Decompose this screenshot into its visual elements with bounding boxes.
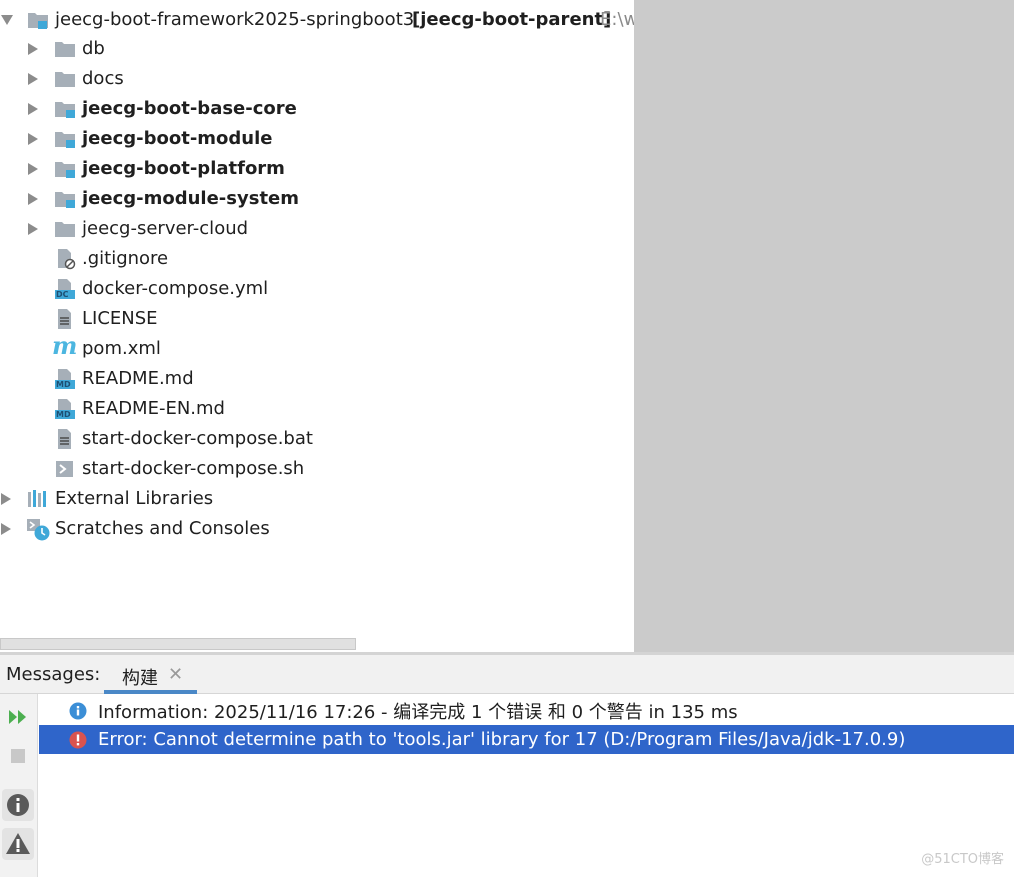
tree-item-scratches-and-consoles[interactable]: Scratches and Consoles — [0, 514, 634, 544]
root-module-name: [jeecg-boot-parent] — [412, 9, 612, 30]
markdown-icon-text: MD — [56, 410, 71, 419]
watermark: @51CTO博客 — [921, 852, 1004, 867]
message-row-info[interactable]: Information: 2025/11/16 17:26 - 编译完成 1 个… — [39, 696, 1014, 725]
chevron-right-icon[interactable] — [1, 523, 11, 535]
maven-file-icon: m — [52, 331, 78, 360]
tree-item-license[interactable]: LICENSE — [0, 304, 634, 334]
tree-item-readme-en-md[interactable]: MD README-EN.md — [0, 394, 634, 424]
chevron-right-icon[interactable] — [28, 193, 38, 205]
libraries-icon — [27, 489, 49, 509]
chevron-right-icon[interactable] — [28, 223, 38, 235]
root-project-name: jeecg-boot-framework2025-springboot3 — [55, 9, 415, 30]
rerun-button[interactable] — [2, 701, 34, 733]
tree-item-label: jeecg-module-system — [82, 188, 300, 209]
tree-item-jeecg-module-system[interactable]: jeecg-module-system — [0, 184, 634, 214]
tree-item-label: External Libraries — [55, 488, 214, 509]
messages-header: Messages: 构建 ✕ — [0, 655, 1014, 694]
tree-item-start-docker-compose-sh[interactable]: start-docker-compose.sh — [0, 454, 634, 484]
module-folder-icon — [54, 159, 76, 179]
markdown-file-icon: MD — [55, 398, 77, 419]
chevron-right-icon[interactable] — [28, 73, 38, 85]
chevron-down-icon[interactable] — [1, 15, 13, 25]
scratches-icon — [27, 518, 50, 541]
info-icon — [69, 702, 87, 720]
tree-item-label: docs — [82, 68, 124, 89]
chevron-right-icon[interactable] — [28, 133, 38, 145]
folder-icon — [54, 219, 76, 239]
message-text: Error: Cannot determine path to 'tools.j… — [98, 729, 906, 750]
messages-title: Messages: — [6, 664, 101, 685]
horizontal-scrollbar[interactable] — [0, 638, 356, 650]
chevron-right-icon[interactable] — [28, 103, 38, 115]
tree-root-row[interactable]: jeecg-boot-framework2025-springboot3 [je… — [0, 5, 634, 35]
tree-item-label: LICENSE — [82, 308, 158, 329]
root-path: E:\w — [600, 9, 634, 30]
rerun-icon — [9, 710, 26, 724]
chevron-right-icon[interactable] — [28, 43, 38, 55]
tree-item-readme-md[interactable]: MD README.md — [0, 364, 634, 394]
tree-item-label: pom.xml — [82, 338, 161, 359]
text-file-icon — [55, 428, 77, 449]
folder-icon — [54, 69, 76, 89]
message-text: Information: 2025/11/16 17:26 - 编译完成 1 个… — [98, 701, 738, 723]
tree-item-start-docker-compose-bat[interactable]: start-docker-compose.bat — [0, 424, 634, 454]
markdown-file-icon: MD — [55, 368, 77, 389]
tree-item-label: .gitignore — [82, 248, 169, 269]
docker-compose-file-icon: DC — [55, 278, 77, 299]
module-folder-icon — [27, 10, 49, 30]
folder-icon — [54, 39, 76, 59]
tree-item-label: db — [82, 38, 105, 59]
chevron-right-icon[interactable] — [28, 163, 38, 175]
tree-item-jeecg-boot-module[interactable]: jeecg-boot-module — [0, 124, 634, 154]
warning-filter-icon — [6, 833, 30, 854]
close-icon[interactable]: ✕ — [168, 664, 183, 685]
tree-item-label: start-docker-compose.sh — [82, 458, 305, 479]
markdown-icon-text: MD — [56, 380, 71, 389]
messages-toolbar — [0, 694, 38, 877]
show-info-toggle[interactable] — [2, 789, 34, 821]
tree-item-jeecg-server-cloud[interactable]: jeecg-server-cloud — [0, 214, 634, 244]
show-warnings-toggle[interactable] — [2, 828, 34, 860]
tab-build[interactable]: 构建 ✕ — [104, 655, 197, 694]
tree-item-label: jeecg-boot-module — [82, 128, 273, 149]
tree-item-pom-xml[interactable]: m pom.xml — [0, 334, 634, 364]
module-folder-icon — [54, 189, 76, 209]
tree-item-label: docker-compose.yml — [82, 278, 269, 299]
error-icon — [69, 731, 87, 749]
docker-compose-icon-text: DC — [56, 290, 69, 299]
tree-item-label: jeecg-server-cloud — [82, 218, 249, 239]
tree-item-jeecg-boot-platform[interactable]: jeecg-boot-platform — [0, 154, 634, 184]
messages-body: Information: 2025/11/16 17:26 - 编译完成 1 个… — [0, 694, 1014, 877]
tab-build-label: 构建 — [122, 668, 158, 689]
stop-button[interactable] — [2, 740, 34, 772]
stop-icon — [11, 749, 25, 763]
editor-empty-area — [634, 0, 1014, 652]
gitignore-file-icon — [55, 248, 77, 270]
tree-item-docs[interactable]: docs — [0, 64, 634, 94]
tree-item-gitignore[interactable]: .gitignore — [0, 244, 634, 274]
tree-item-db[interactable]: db — [0, 34, 634, 64]
info-filter-icon — [7, 794, 29, 816]
module-folder-icon — [54, 99, 76, 119]
chevron-right-icon[interactable] — [1, 493, 11, 505]
project-tree-panel: jeecg-boot-framework2025-springboot3 [je… — [0, 0, 634, 652]
message-row-error[interactable]: Error: Cannot determine path to 'tools.j… — [39, 725, 1014, 754]
tree-item-label: start-docker-compose.bat — [82, 428, 313, 449]
tree-item-label: Scratches and Consoles — [55, 518, 270, 539]
tree-item-jeecg-boot-base-core[interactable]: jeecg-boot-base-core — [0, 94, 634, 124]
tree-item-label: README.md — [82, 368, 194, 389]
tree-item-docker-compose-yml[interactable]: DC docker-compose.yml — [0, 274, 634, 304]
module-folder-icon — [54, 129, 76, 149]
tree-item-label: jeecg-boot-base-core — [82, 98, 297, 119]
tree-item-label: README-EN.md — [82, 398, 225, 419]
tree-item-label: jeecg-boot-platform — [82, 158, 285, 179]
text-file-icon — [55, 308, 77, 329]
shell-script-icon — [55, 459, 77, 479]
tree-item-external-libraries[interactable]: External Libraries — [0, 484, 634, 514]
